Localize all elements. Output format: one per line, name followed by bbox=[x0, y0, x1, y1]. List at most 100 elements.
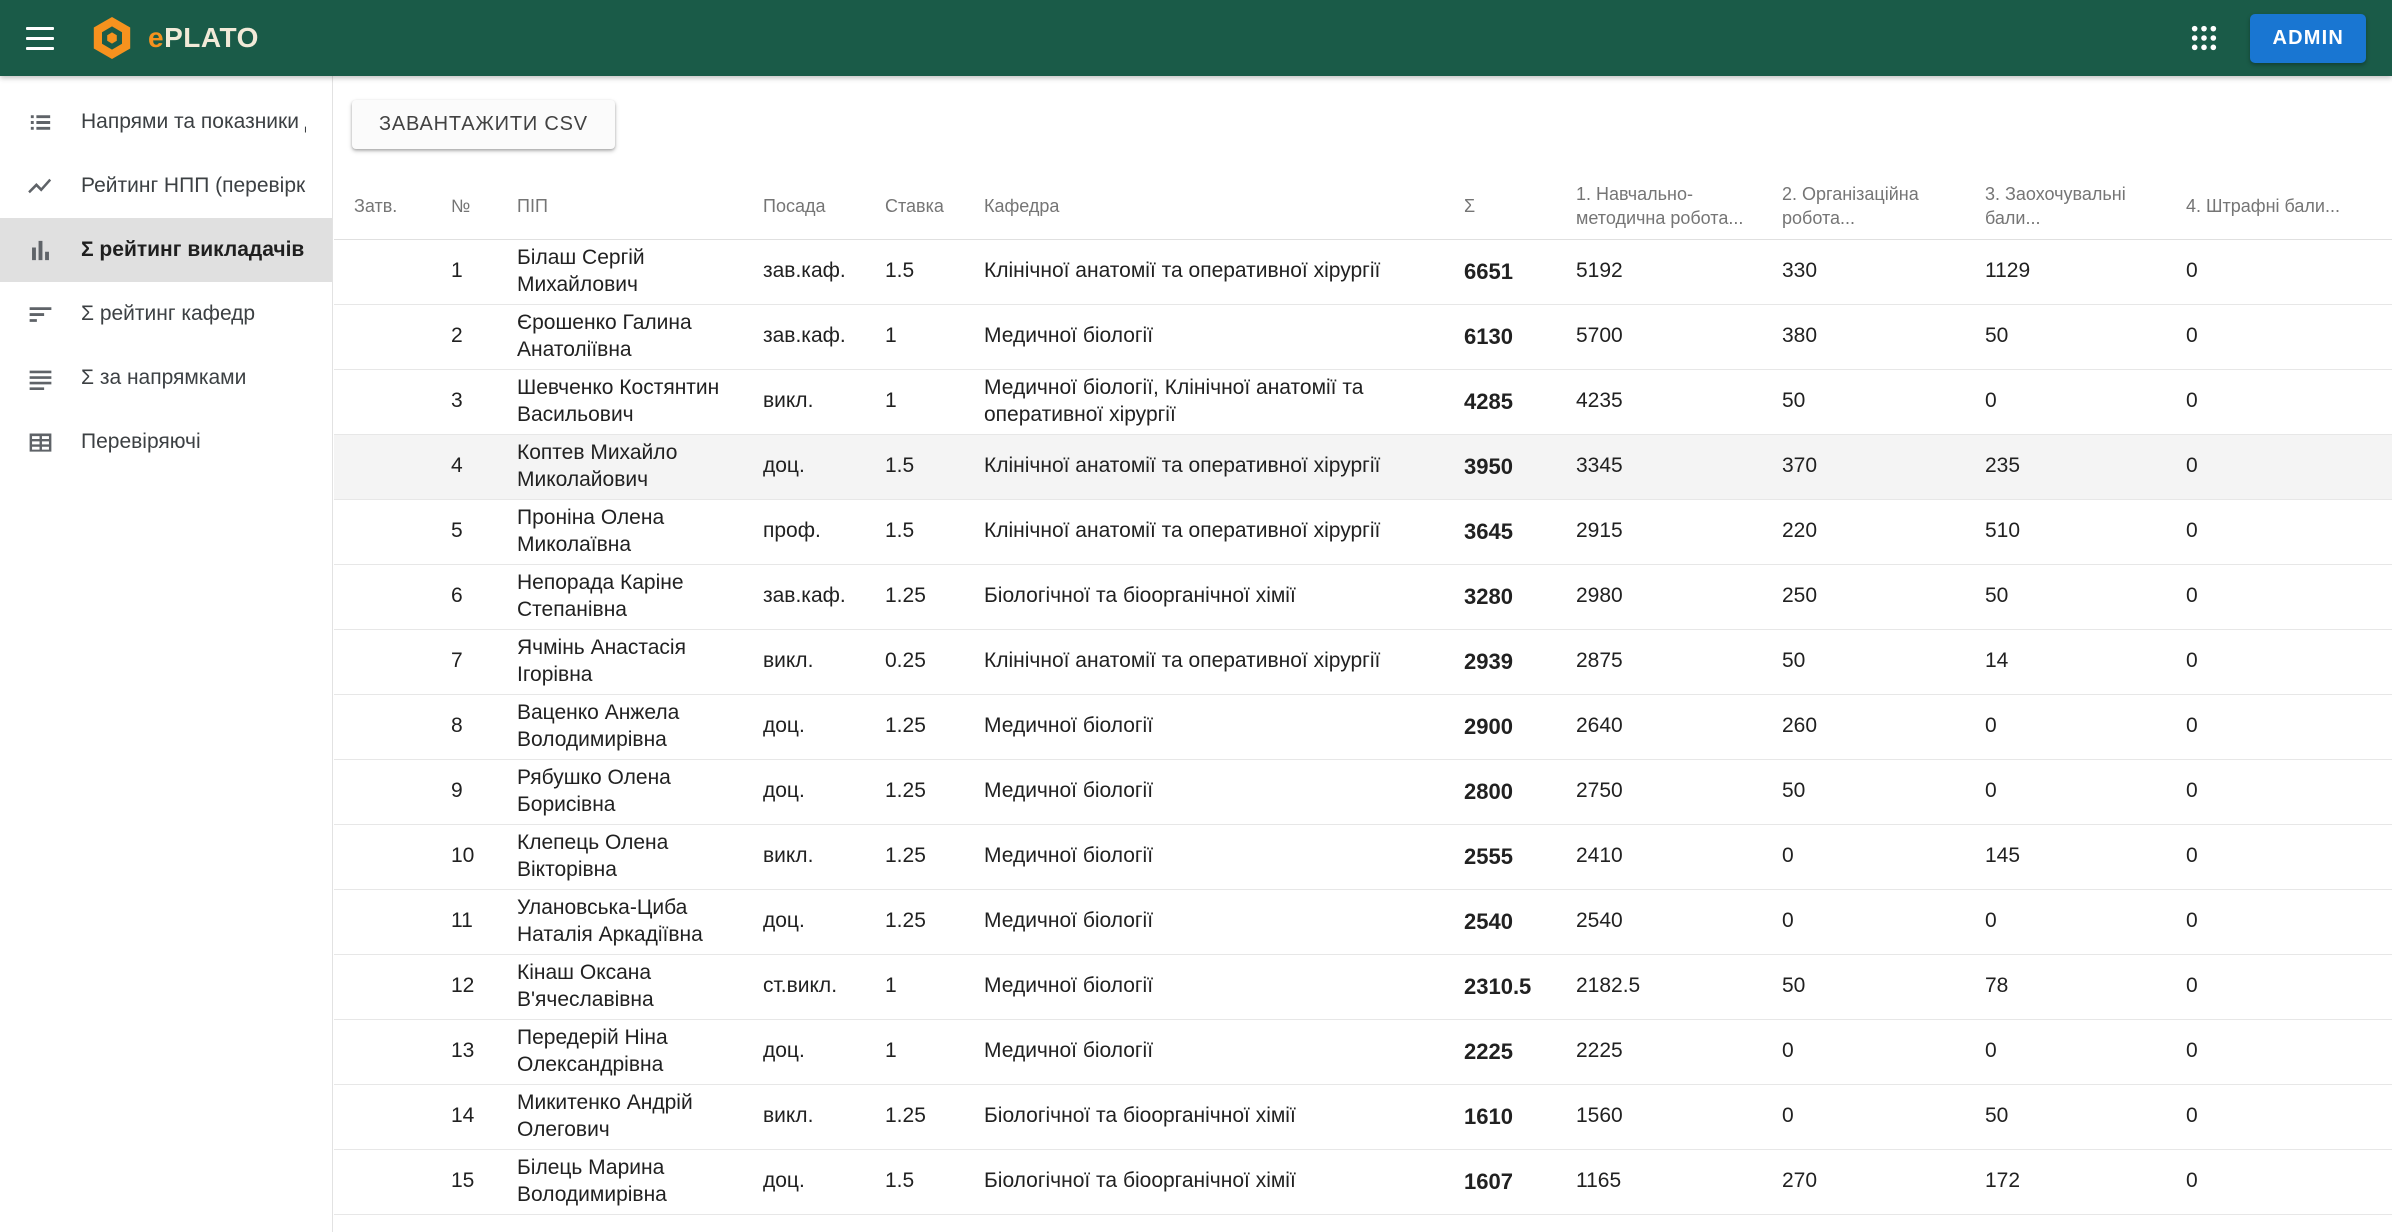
cell-department: Медичної біології bbox=[984, 974, 1154, 998]
column-header-rate[interactable]: Ставка bbox=[872, 186, 971, 226]
table-row[interactable]: 2 Єрошенко Галина Анатоліївна зав.каф. 1 Мед… bbox=[334, 305, 2392, 370]
sidebar-item-1[interactable]: Рейтинг НПП (перевірка) bbox=[0, 154, 332, 218]
cell-department: Клінічної анатомії та оперативної хірург… bbox=[984, 454, 1381, 478]
sidebar-item-2[interactable]: Σ рейтинг викладачів bbox=[0, 218, 332, 282]
table-row[interactable]: 1 Білаш Сергій Михайлович зав.каф. 1.5 Кліні… bbox=[334, 240, 2392, 305]
cell-rate: 1.5 bbox=[885, 454, 915, 478]
apps-grid-icon[interactable] bbox=[2188, 22, 2220, 54]
cell-name: Єрошенко Галина Анатоліївна bbox=[517, 311, 692, 361]
cell-position: доц. bbox=[763, 779, 805, 803]
cell-name: Шевченко Костянтин Васильович bbox=[517, 376, 720, 426]
app-logo: ePLATO bbox=[88, 14, 259, 62]
column-header-sum[interactable]: Σ bbox=[1451, 186, 1563, 226]
list-icon bbox=[26, 108, 55, 137]
cell-c3: 0 bbox=[1985, 389, 1997, 413]
column-header-c2[interactable]: 2. Організаційна робота... bbox=[1769, 174, 1972, 239]
table-row[interactable]: 4 Коптев Михайло Миколайович доц. 1.5 Клініч… bbox=[334, 434, 2392, 500]
cell-c3: 235 bbox=[1985, 454, 2021, 478]
table-row[interactable]: 11 Улановська-Циба Наталія Аркадіївна доц.… bbox=[334, 890, 2392, 955]
cell-department: Медичної біології bbox=[984, 844, 1154, 868]
cell-position: ст.викл. bbox=[763, 974, 838, 998]
table-row[interactable]: 6 Непорада Каріне Степанівна зав.каф. 1.25 Б… bbox=[334, 565, 2392, 630]
cell-c1: 2875 bbox=[1576, 649, 1623, 673]
cell-c4: 0 bbox=[2186, 1169, 2198, 1193]
cell-sum: 2900 bbox=[1464, 713, 1513, 739]
column-header-position[interactable]: Посада bbox=[750, 186, 872, 226]
cell-department: Біологічної та біоорганічної хімії bbox=[984, 1169, 1296, 1193]
table-row[interactable]: 16Пирог-Заказніковадоц.1.5Клінічної анат… bbox=[334, 1215, 2392, 1232]
cell-department: Медичної біології bbox=[984, 1039, 1154, 1063]
cell-department: Медичної біології bbox=[984, 909, 1154, 933]
cell-num: 8 bbox=[451, 714, 463, 738]
cell-name: Білаш Сергій Михайлович bbox=[517, 246, 645, 296]
cell-c4: 0 bbox=[2186, 909, 2198, 933]
table-row[interactable]: 8 Ваценко Анжела Володимирівна доц. 1.25 Мед… bbox=[334, 695, 2392, 760]
cell-position: викл. bbox=[763, 1104, 814, 1128]
column-header-name[interactable]: ПІП bbox=[504, 186, 750, 226]
cell-sum: 2310.5 bbox=[1464, 973, 1532, 999]
column-header-num[interactable]: № bbox=[438, 186, 504, 226]
sidebar: Напрями та показники д... Рейтинг НПП (пе… bbox=[0, 76, 333, 1232]
table-body: 1 Білаш Сергій Михайлович зав.каф. 1.5 Кліні… bbox=[334, 240, 2392, 1232]
cell-sum: 2939 bbox=[1464, 648, 1513, 674]
cell-c1: 2410 bbox=[1576, 844, 1623, 868]
cell-num: 14 bbox=[451, 1104, 475, 1128]
cell-c3: 172 bbox=[1985, 1169, 2021, 1193]
cell-c2: 330 bbox=[1782, 259, 1818, 283]
sidebar-item-label: Σ рейтинг кафедр bbox=[81, 302, 256, 325]
cell-rate: 1.25 bbox=[885, 909, 926, 933]
cell-c2: 370 bbox=[1782, 454, 1818, 478]
table-row[interactable]: 9 Рябушко Олена Борисівна доц. 1.25 Медичної… bbox=[334, 760, 2392, 825]
table-row[interactable]: 13 Передерій Ніна Олександрівна доц. 1 Медич… bbox=[334, 1020, 2392, 1085]
cell-rate: 1.5 bbox=[885, 519, 915, 543]
column-header-c3[interactable]: 3. Заохочувальні бали... bbox=[1972, 174, 2173, 239]
sidebar-item-label: Напрями та показники д... bbox=[81, 110, 306, 133]
sidebar-item-5[interactable]: Перевіряючі bbox=[0, 410, 332, 474]
menu-icon[interactable] bbox=[26, 17, 68, 59]
column-header-c1[interactable]: 1. Навчально-методична робота... bbox=[1563, 174, 1769, 239]
cell-c2: 250 bbox=[1782, 584, 1818, 608]
column-header-c4[interactable]: 4. Штрафні бали... bbox=[2173, 186, 2376, 226]
cell-rate: 1.25 bbox=[885, 714, 926, 738]
table-row[interactable]: 14 Микитенко Андрій Олегович викл. 1.25 Біол… bbox=[334, 1085, 2392, 1150]
cell-department: Медичної біології bbox=[984, 324, 1154, 348]
cell-rate: 1.5 bbox=[885, 259, 915, 283]
cell-c1: 4235 bbox=[1576, 389, 1623, 413]
cell-num: 12 bbox=[451, 974, 475, 998]
cell-num: 15 bbox=[451, 1169, 475, 1193]
cell-rate: 1.5 bbox=[885, 1169, 915, 1193]
sidebar-item-3[interactable]: Σ рейтинг кафедр bbox=[0, 282, 332, 346]
cell-c3: 50 bbox=[1985, 324, 2009, 348]
cell-sum: 2540 bbox=[1464, 908, 1513, 934]
cell-c2: 0 bbox=[1782, 909, 1794, 933]
cell-name: Ваценко Анжела Володимирівна bbox=[517, 701, 680, 751]
cell-num: 3 bbox=[451, 389, 463, 413]
download-csv-button[interactable]: ЗАВАНТАЖИТИ CSV bbox=[352, 100, 615, 149]
cell-rate: 1.25 bbox=[885, 1104, 926, 1128]
table-row[interactable]: 7 Ячмінь Анастасія Ігорівна викл. 0.25 Кліні… bbox=[334, 630, 2392, 695]
cell-name: Білець Марина Володимирівна bbox=[517, 1156, 667, 1206]
table-header: Затв. № ПІП Посада Ставка Кафедра Σ 1. Навчальн… bbox=[334, 174, 2392, 240]
cell-sum: 3280 bbox=[1464, 583, 1513, 609]
column-header-approved[interactable]: Затв. bbox=[334, 186, 438, 226]
column-header-department[interactable]: Кафедра bbox=[971, 186, 1451, 226]
cell-num: 4 bbox=[451, 454, 463, 478]
sidebar-item-0[interactable]: Напрями та показники д... bbox=[0, 90, 332, 154]
cell-department: Медичної біології bbox=[984, 714, 1154, 738]
cell-rate: 1.25 bbox=[885, 584, 926, 608]
sidebar-item-4[interactable]: Σ за напрямками bbox=[0, 346, 332, 410]
table-row[interactable]: 3 Шевченко Костянтин Васильович викл. 1 Меди… bbox=[334, 370, 2392, 435]
rating-table: Затв. № ПІП Посада Ставка Кафедра Σ 1. Навчальн… bbox=[334, 174, 2392, 1232]
table-row[interactable]: 5 Проніна Олена Миколаївна проф. 1.5 Клінічн… bbox=[334, 500, 2392, 565]
cell-num: 2 bbox=[451, 324, 463, 348]
cell-rate: 1 bbox=[885, 324, 897, 348]
cell-position: зав.каф. bbox=[763, 259, 846, 283]
hexagon-logo-icon bbox=[93, 17, 131, 59]
chart-bar-icon bbox=[26, 236, 55, 265]
table-row[interactable]: 15 Білець Марина Володимирівна доц. 1.5 Біол… bbox=[334, 1150, 2392, 1215]
table-row[interactable]: 12 Кінаш Оксана В'ячеславівна ст.викл. 1 Мед… bbox=[334, 955, 2392, 1020]
table-row[interactable]: 10 Клепець Олена Вікторівна викл. 1.25 Медич… bbox=[334, 825, 2392, 890]
cell-c4: 0 bbox=[2186, 519, 2198, 543]
admin-button[interactable]: ADMIN bbox=[2250, 13, 2366, 63]
cell-c2: 0 bbox=[1782, 1039, 1794, 1063]
